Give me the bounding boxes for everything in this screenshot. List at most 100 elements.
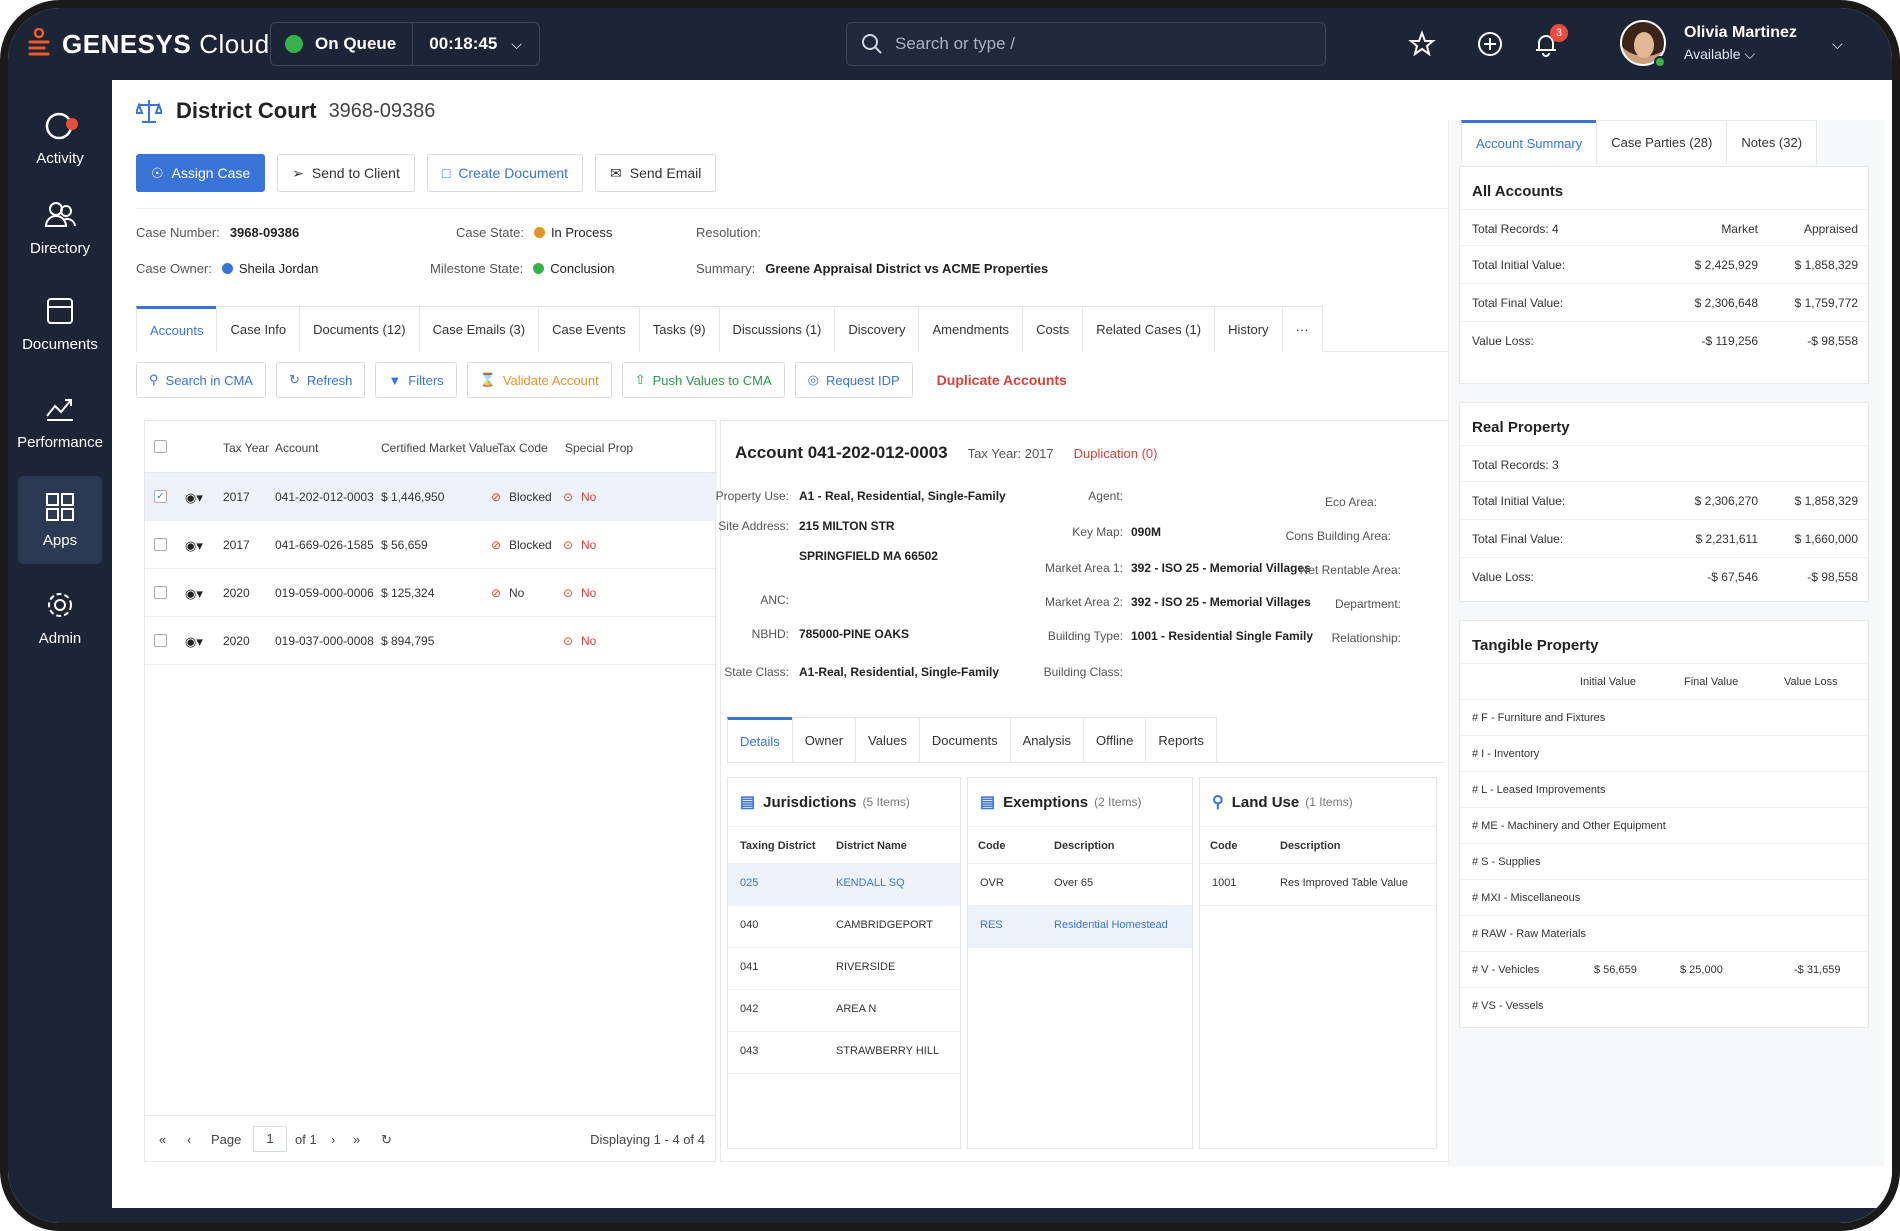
row-checkbox[interactable] bbox=[154, 634, 167, 647]
tab-11[interactable]: History bbox=[1214, 306, 1283, 352]
sidebar-item-label: Directory bbox=[29, 240, 90, 257]
header-cmv[interactable]: Certified Market Value bbox=[381, 441, 499, 455]
summary-label: Value Loss: bbox=[1472, 570, 1534, 584]
table-row[interactable]: ◉▾ 2017 041-669-026-1585 $ 56,659 ⊘ Blocked ⊙ N… bbox=[145, 521, 717, 569]
reload-icon[interactable]: ↻ bbox=[381, 1132, 392, 1148]
refresh-button[interactable]: ↻ Refresh bbox=[275, 362, 366, 398]
row-menu-icon[interactable]: ◉▾ bbox=[185, 490, 203, 506]
send-email-button[interactable]: ✉ Send Email bbox=[595, 154, 717, 192]
tab-10[interactable]: Related Cases (1) bbox=[1082, 306, 1216, 352]
list-item[interactable]: OVR Over 65 bbox=[968, 864, 1192, 906]
table-row[interactable]: ◉▾ 2020 019-059-000-0006 $ 125,324 ⊘ No ⊙ No bbox=[145, 569, 717, 617]
list-item[interactable]: 025 KENDALL SQ bbox=[728, 864, 960, 906]
search-in-cma-button[interactable]: ⚲ Search in CMA bbox=[136, 362, 266, 398]
row-checkbox[interactable] bbox=[154, 538, 167, 551]
duplicate-accounts-link[interactable]: Duplicate Accounts bbox=[937, 372, 1067, 388]
tangible-label: # V - Vehicles bbox=[1472, 964, 1540, 976]
tangible-label: # MXI - Miscellaneous bbox=[1472, 892, 1581, 904]
tangible-row[interactable]: # S - Supplies bbox=[1460, 843, 1870, 878]
tab-5[interactable]: Tasks (9) bbox=[638, 306, 720, 352]
tangible-row[interactable]: # V - Vehicles $ 56,659 $ 25,000 -$ 31,659 bbox=[1460, 951, 1870, 986]
row-menu-icon[interactable]: ◉▾ bbox=[185, 634, 203, 650]
detail-tab-2[interactable]: Values bbox=[855, 717, 920, 763]
list-item[interactable]: 041 RIVERSIDE bbox=[728, 948, 960, 990]
tab-9[interactable]: Costs bbox=[1022, 306, 1084, 352]
user-menu[interactable]: Olivia Martinez Available ⌵ bbox=[1620, 20, 1797, 66]
list-item[interactable]: RES Residential Homestead bbox=[968, 906, 1192, 948]
row-menu-icon[interactable]: ◉▾ bbox=[185, 538, 203, 554]
push-values-button[interactable]: ⇧ Push Values to CMA bbox=[621, 362, 785, 398]
tangible-row[interactable]: # L - Leased Improvements bbox=[1460, 771, 1870, 806]
tab-6[interactable]: Discussions (1) bbox=[718, 306, 836, 352]
tab-12[interactable]: ··· bbox=[1281, 306, 1323, 352]
prev-page-icon[interactable]: ‹ bbox=[187, 1132, 191, 1147]
tangible-row[interactable]: # I - Inventory bbox=[1460, 735, 1870, 770]
tangible-row[interactable]: # F - Furniture and Fixtures bbox=[1460, 699, 1870, 734]
tab-1[interactable]: Case Info bbox=[216, 306, 301, 352]
filters-button[interactable]: ▼ Filters bbox=[375, 362, 457, 398]
detail-tab-5[interactable]: Offline bbox=[1083, 717, 1147, 763]
list-item[interactable]: 1001 Res Improved Table Value bbox=[1200, 864, 1436, 906]
last-page-icon[interactable]: » bbox=[353, 1132, 360, 1147]
tab-0[interactable]: Accounts bbox=[136, 306, 218, 352]
queue-status-selector[interactable]: On Queue 00:18:45 ⌵ bbox=[270, 22, 540, 66]
tab-4[interactable]: Case Events bbox=[538, 306, 640, 352]
sidebar-item-admin[interactable]: Admin bbox=[18, 574, 102, 662]
summary-tab-2[interactable]: Notes (32) bbox=[1726, 120, 1818, 164]
detail-tab-3[interactable]: Documents bbox=[918, 717, 1011, 763]
sidebar-item-activity[interactable]: Activity bbox=[18, 94, 102, 182]
row-checkbox[interactable] bbox=[154, 586, 167, 599]
create-document-button[interactable]: □ Create Document bbox=[426, 154, 584, 192]
tangible-row[interactable]: # VS - Vessels bbox=[1460, 987, 1870, 1022]
list-item[interactable]: 042 AREA N bbox=[728, 990, 960, 1032]
summary-tab-0[interactable]: Account Summary bbox=[1461, 120, 1598, 164]
row-menu-icon[interactable]: ◉▾ bbox=[185, 586, 203, 602]
header-account[interactable]: Account bbox=[275, 441, 318, 455]
header-tax-year[interactable]: Tax Year bbox=[223, 441, 269, 455]
detail-tab-4[interactable]: Analysis bbox=[1009, 717, 1085, 763]
detail-tab-1[interactable]: Owner bbox=[791, 717, 857, 763]
validate-account-button[interactable]: ⌛ Validate Account bbox=[466, 362, 612, 398]
search-input[interactable] bbox=[895, 34, 1295, 54]
list-item[interactable]: 040 CAMBRIDGEPORT bbox=[728, 906, 960, 948]
global-search[interactable] bbox=[846, 22, 1326, 66]
field-label: Cons Building Area: bbox=[1285, 529, 1391, 543]
sidebar-item-performance[interactable]: Performance bbox=[17, 378, 103, 466]
list-item[interactable]: 043 STRAWBERRY HILL bbox=[728, 1032, 960, 1074]
select-all-checkbox[interactable] bbox=[154, 440, 167, 453]
tab-7[interactable]: Discovery bbox=[834, 306, 920, 352]
sidebar-item-directory[interactable]: Directory bbox=[18, 184, 102, 272]
brand[interactable]: GENESYS Cloud bbox=[26, 28, 270, 60]
assign-case-button[interactable]: ☉ Assign Case bbox=[136, 154, 266, 192]
header-special-prop[interactable]: Special Prop bbox=[565, 441, 633, 455]
request-idp-button[interactable]: ◎ Request IDP bbox=[794, 362, 913, 398]
tangible-row[interactable]: # RAW - Raw Materials bbox=[1460, 915, 1870, 950]
page-input[interactable]: 1 bbox=[253, 1126, 287, 1152]
tangible-property-section: Tangible Property Initial Value Final Va… bbox=[1459, 620, 1870, 1028]
add-icon[interactable] bbox=[1476, 30, 1504, 58]
next-page-icon[interactable]: › bbox=[331, 1132, 335, 1147]
activity-alert-dot bbox=[66, 118, 78, 130]
tangible-row[interactable]: # ME - Machinery and Other Equipment bbox=[1460, 807, 1870, 842]
table-row[interactable]: ◉▾ 2020 019-037-000-0008 $ 894,795 ⊙ No bbox=[145, 617, 717, 665]
row-checkbox[interactable]: ✓ bbox=[154, 490, 167, 503]
send-to-client-button[interactable]: ➢ Send to Client bbox=[277, 154, 415, 192]
first-page-icon[interactable]: « bbox=[159, 1132, 166, 1147]
summary-tab-1[interactable]: Case Parties (28) bbox=[1596, 120, 1728, 164]
detail-tab-0[interactable]: Details bbox=[727, 717, 793, 763]
sidebar-item-apps[interactable]: Apps bbox=[18, 476, 102, 564]
detail-tabs: Details Owner Values Documents Analysis Offli… bbox=[727, 717, 1445, 763]
tab-3[interactable]: Case Emails (3) bbox=[418, 306, 540, 352]
case-meta: Case Number: 3968-09386 Case State: In Pro… bbox=[136, 208, 1450, 304]
sidebar-item-documents[interactable]: Documents bbox=[18, 280, 102, 368]
detail-tab-6[interactable]: Reports bbox=[1145, 717, 1217, 763]
tab-8[interactable]: Amendments bbox=[918, 306, 1024, 352]
chevron-down-icon[interactable]: ⌵ bbox=[1832, 36, 1843, 53]
tab-2[interactable]: Documents (12) bbox=[299, 306, 420, 352]
table-row[interactable]: ✓ ◉▾ 2017 041-202-012-0003 $ 1,446,950 ⊘ Block… bbox=[145, 473, 717, 521]
tangible-row[interactable]: # MXI - Miscellaneous bbox=[1460, 879, 1870, 914]
favorites-icon[interactable] bbox=[1408, 30, 1436, 58]
detail-duplication[interactable]: Duplication (0) bbox=[1074, 446, 1158, 461]
header-tax-code[interactable]: Tax Code bbox=[497, 441, 548, 455]
card-header-row: Code Description bbox=[1200, 826, 1436, 864]
